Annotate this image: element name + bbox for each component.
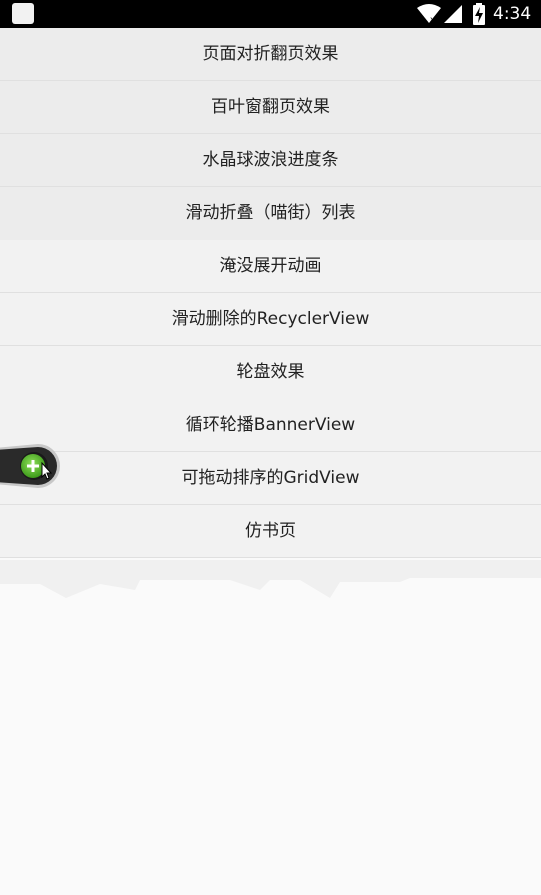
status-bar: x 4:34 (0, 0, 541, 28)
list-item[interactable]: 滑动折叠（喵街）列表 (0, 187, 541, 240)
demo-list: 页面对折翻页效果 百叶窗翻页效果 水晶球波浪进度条 滑动折叠（喵街）列表 淹没展… (0, 28, 541, 558)
status-time: 4:34 (493, 4, 532, 24)
list-item-label: 百叶窗翻页效果 (211, 97, 330, 117)
wifi-icon: x (417, 4, 441, 24)
app-icon (12, 3, 34, 24)
list-item-label: 可拖动排序的GridView (181, 468, 360, 488)
floating-add-button[interactable] (0, 440, 62, 492)
battery-charging-icon (473, 3, 485, 25)
signal-icon (444, 5, 462, 23)
svg-text:x: x (430, 15, 435, 24)
list-item-label: 轮盘效果 (236, 362, 305, 382)
list-item[interactable]: 可拖动排序的GridView (0, 452, 541, 505)
list-item-label: 循环轮播BannerView (185, 415, 356, 435)
list-item-label: 页面对折翻页效果 (202, 44, 339, 64)
list-item-label: 水晶球波浪进度条 (202, 150, 339, 170)
list-item[interactable]: 仿书页 (0, 505, 541, 558)
list-item[interactable]: 百叶窗翻页效果 (0, 81, 541, 134)
list-end-shadow (0, 560, 541, 598)
list-item-label: 滑动折叠（喵街）列表 (185, 203, 356, 223)
list-item[interactable]: 滑动删除的RecyclerView (0, 293, 541, 346)
list-item[interactable]: 淹没展开动画 (0, 240, 541, 293)
list-item[interactable]: 轮盘效果 (0, 346, 541, 399)
list-item[interactable]: 循环轮播BannerView (0, 399, 541, 452)
list-item[interactable]: 水晶球波浪进度条 (0, 134, 541, 187)
list-item-label: 淹没展开动画 (219, 256, 322, 276)
list-item[interactable]: 页面对折翻页效果 (0, 28, 541, 81)
list-item-label: 滑动删除的RecyclerView (171, 309, 370, 329)
list-item-label: 仿书页 (245, 521, 296, 541)
